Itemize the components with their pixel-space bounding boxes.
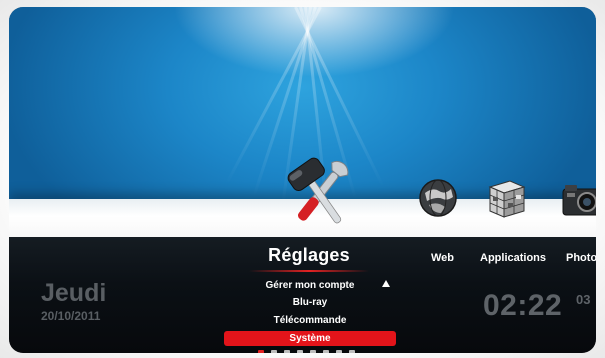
page-dot [310,350,316,353]
category-applications[interactable]: Applications [480,252,546,264]
tools-icon[interactable] [284,154,356,232]
page-dot [284,350,290,353]
menu-item-systeme-selected[interactable]: Système [224,331,396,346]
menu-item-blu-ray[interactable]: Blu-ray [224,295,396,310]
globe-icon[interactable] [417,177,459,219]
cube-icon[interactable] [484,175,530,221]
page-dot [271,350,277,353]
selected-category-underline [249,270,369,272]
date-label: 20/10/2011 [41,309,101,323]
selected-category-title[interactable]: Réglages [209,245,409,266]
page-dot [297,350,303,353]
photo-frame: Réglages Web Applications Photos Gérer m… [0,0,605,358]
menu-item-telecommande[interactable]: Télécommande [224,313,396,328]
clock-seconds: 03 [576,292,591,307]
page-dot [323,350,329,353]
camera-icon[interactable] [559,181,596,219]
tv-screen: Réglages Web Applications Photos Gérer m… [9,7,596,353]
day-label: Jeudi [41,279,107,307]
category-web[interactable]: Web [431,252,454,264]
page-dot [349,350,355,353]
menu-item-gerer-mon-compte[interactable]: Gérer mon compte [224,278,396,293]
scroll-up-icon[interactable] [382,280,390,287]
clock-time: 02:22 [483,289,563,322]
page-dot [258,350,264,353]
category-photos[interactable]: Photos [566,252,596,264]
page-dot [336,350,342,353]
